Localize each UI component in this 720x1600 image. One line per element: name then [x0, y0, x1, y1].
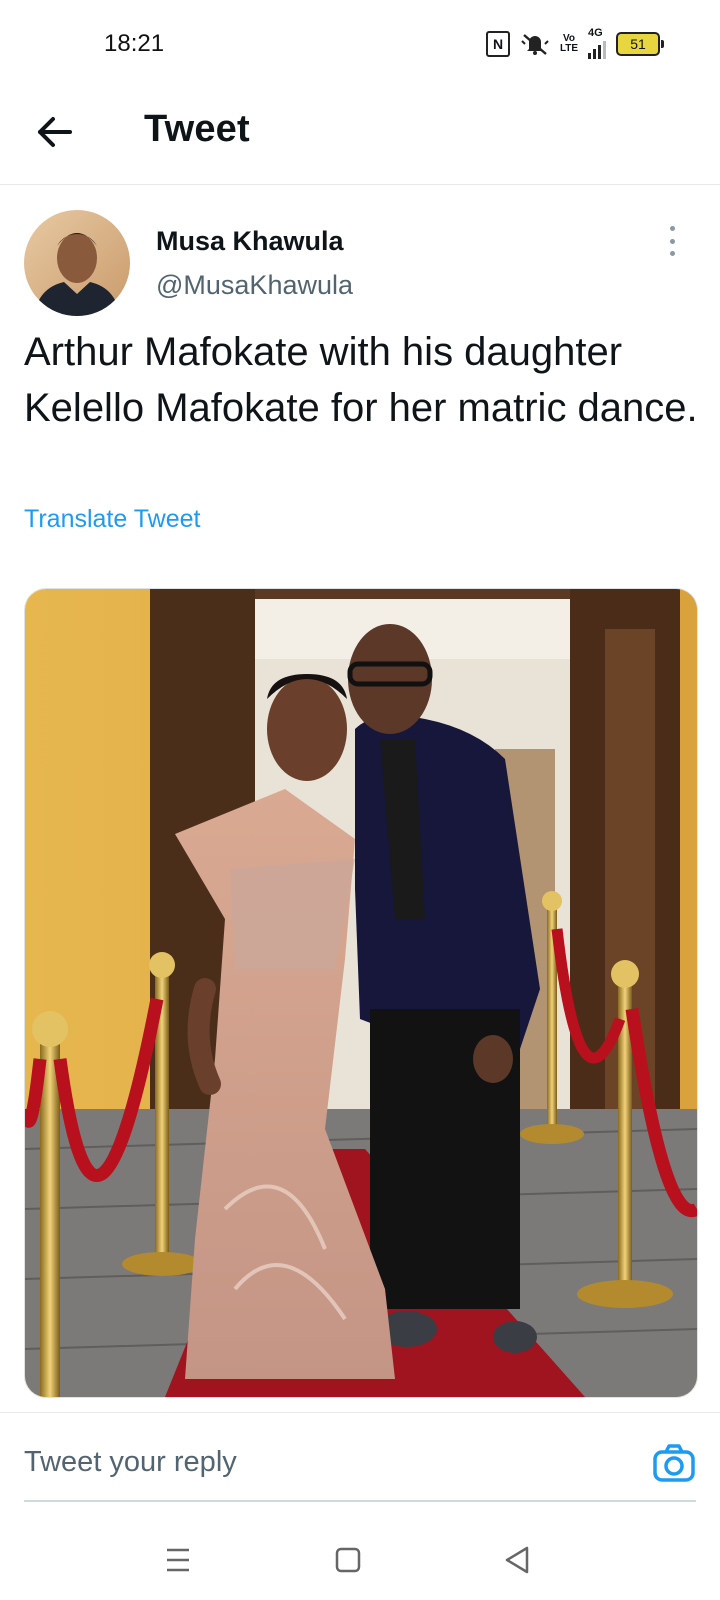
menu-icon: [167, 1548, 189, 1572]
status-bar: 18:21 N Vo LTE 4G 51: [0, 0, 720, 90]
header: Tweet: [0, 90, 720, 185]
volte-icon: Vo LTE: [559, 32, 579, 54]
back-nav-button[interactable]: [498, 1540, 538, 1580]
system-nav-bar: [0, 1520, 720, 1600]
home-button[interactable]: [328, 1540, 368, 1580]
battery-indicator: 51: [616, 31, 664, 56]
reply-input[interactable]: Tweet your reply: [24, 1446, 237, 1479]
translate-tweet-link[interactable]: Translate Tweet: [24, 505, 200, 534]
camera-button[interactable]: [652, 1442, 696, 1486]
avatar[interactable]: [24, 210, 130, 316]
nfc-icon: N: [486, 30, 510, 57]
tweet-text: Arthur Mafokate with his daughter Kelell…: [24, 330, 698, 430]
author-handle[interactable]: @MusaKhawula: [156, 270, 353, 301]
status-time: 18:21: [104, 30, 165, 57]
page-title: Tweet: [144, 108, 250, 150]
arrow-left-icon: [38, 117, 72, 147]
back-button[interactable]: [32, 108, 80, 156]
menu-button[interactable]: [158, 1540, 198, 1580]
tweet-photo[interactable]: [24, 588, 698, 1398]
home-square-icon: [335, 1547, 361, 1573]
network-type-label: 4G: [588, 27, 603, 39]
back-triangle-icon: [505, 1546, 529, 1574]
mute-icon: [520, 32, 550, 56]
more-vertical-icon: [669, 226, 675, 231]
camera-icon: [653, 1444, 695, 1482]
more-options-button[interactable]: [660, 226, 684, 256]
status-icons: N Vo LTE 4G 51: [486, 28, 664, 59]
signal-icon: 4G: [588, 28, 606, 59]
reply-divider: [0, 1412, 720, 1413]
author-name[interactable]: Musa Khawula: [156, 226, 344, 257]
reply-underline: [24, 1500, 696, 1502]
